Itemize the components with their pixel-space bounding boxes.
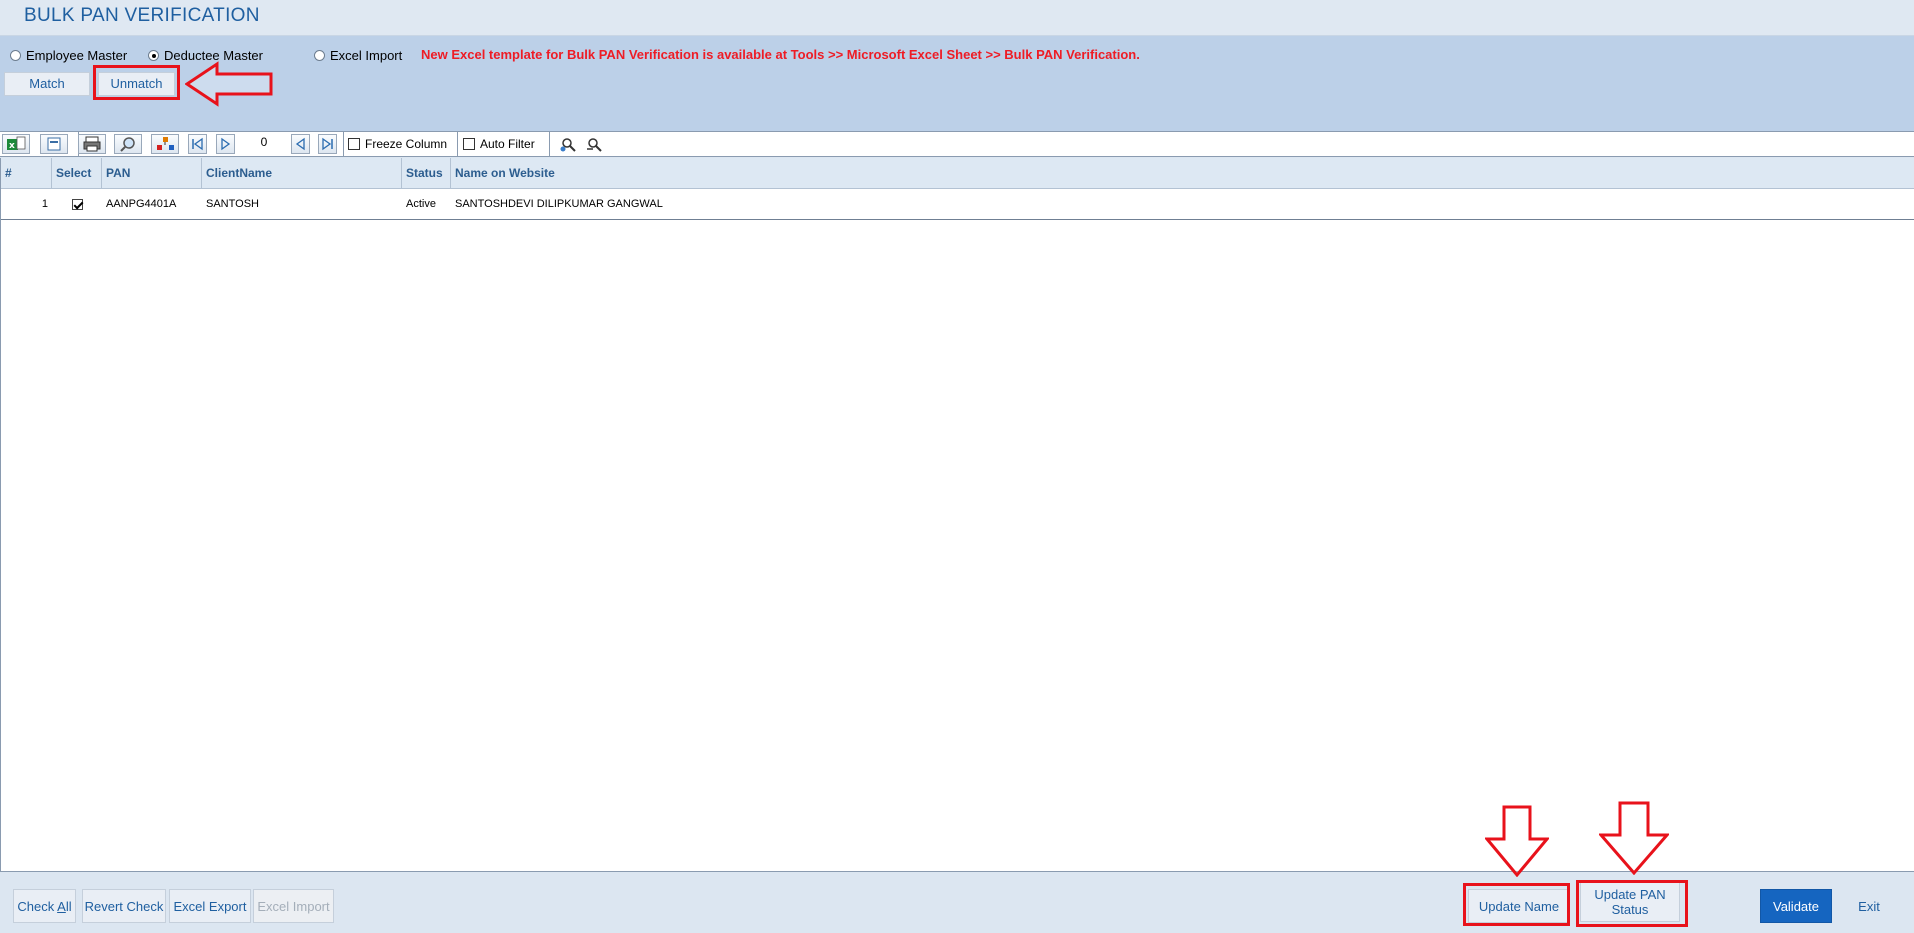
first-page-icon[interactable] xyxy=(188,134,207,154)
title-bar: BULK PAN VERIFICATION xyxy=(0,0,1914,36)
find-icon[interactable] xyxy=(114,134,142,154)
down-arrow-annotation-update-pan-status xyxy=(1599,801,1669,875)
row-name-on-website: SANTOSHDEVI DILIPKUMAR GANGWAL xyxy=(455,198,663,210)
column-header-pan[interactable]: PAN xyxy=(102,158,202,189)
column-header-select[interactable]: Select xyxy=(52,158,102,189)
excel-import-button[interactable]: Excel Import xyxy=(253,889,334,923)
radio-excel-import[interactable]: Excel Import xyxy=(314,48,402,63)
auto-filter-checkbox[interactable]: Auto Filter xyxy=(463,137,535,151)
radio-label: Employee Master xyxy=(26,48,128,63)
page-title: BULK PAN VERIFICATION xyxy=(24,5,260,26)
revert-check-button[interactable]: Revert Check xyxy=(82,889,166,923)
pan-grid: # Select PAN ClientName Status Name on W… xyxy=(0,158,1914,872)
excel-export-button[interactable]: Excel Export xyxy=(169,889,251,923)
filter-icon[interactable] xyxy=(559,135,579,155)
column-header-index[interactable]: # xyxy=(1,158,52,189)
clear-filter-icon[interactable] xyxy=(585,135,605,155)
row-client-name: SANTOSH xyxy=(206,198,259,210)
down-arrow-annotation-update-name xyxy=(1485,805,1549,877)
group-icon[interactable] xyxy=(151,134,179,154)
row-pan: AANPG4401A xyxy=(106,198,177,210)
table-row[interactable]: 1 AANPG4401A SANTOSH Active SANTOSHDEVI … xyxy=(1,189,1914,220)
row-index: 1 xyxy=(41,198,48,210)
last-page-icon[interactable] xyxy=(318,134,337,154)
highlight-box-update-name xyxy=(1463,883,1570,926)
row-select-checkbox[interactable] xyxy=(71,198,83,210)
print-icon[interactable] xyxy=(78,134,106,154)
grid-toolbar: x 0 Freeze Column Auto Filter xyxy=(0,131,1914,157)
radio-employee-master[interactable]: Employee Master xyxy=(10,48,127,63)
radio-indicator xyxy=(10,50,21,61)
column-header-name-on-website[interactable]: Name on Website xyxy=(451,158,1914,189)
checkbox-box xyxy=(463,138,475,150)
radio-label: Excel Import xyxy=(330,48,403,63)
grid-header: # Select PAN ClientName Status Name on W… xyxy=(1,158,1914,189)
export-icon[interactable] xyxy=(40,134,68,154)
next-page-icon[interactable] xyxy=(216,134,235,154)
left-arrow-annotation xyxy=(185,61,273,107)
validate-button[interactable]: Validate xyxy=(1760,889,1832,923)
check-all-button[interactable]: Check All xyxy=(13,889,76,923)
checkbox-label: Auto Filter xyxy=(480,137,535,151)
options-panel: Employee Master Deductee Master Excel Im… xyxy=(0,36,1914,131)
checkbox-label: Freeze Column xyxy=(365,137,448,151)
svg-text:x: x xyxy=(9,141,15,151)
excel-export-icon[interactable]: x xyxy=(2,134,30,154)
footer-bar: Check All Revert Check Excel Export Exce… xyxy=(0,872,1914,933)
highlight-box-update-pan-status xyxy=(1576,880,1688,927)
exit-button[interactable]: Exit xyxy=(1840,889,1898,923)
page-number: 0 xyxy=(260,135,268,149)
column-header-status[interactable]: Status xyxy=(402,158,451,189)
radio-indicator xyxy=(314,50,325,61)
radio-indicator xyxy=(148,50,159,61)
freeze-column-checkbox[interactable]: Freeze Column xyxy=(348,137,447,151)
row-select-cell xyxy=(52,189,102,220)
highlight-box-unmatch xyxy=(93,65,180,100)
check-all-label: Check All xyxy=(17,898,72,914)
column-header-clientname[interactable]: ClientName xyxy=(202,158,402,189)
prev-page-icon[interactable] xyxy=(291,134,310,154)
row-status: Active xyxy=(406,198,436,210)
checkbox-box xyxy=(348,138,360,150)
tab-match[interactable]: Match xyxy=(4,72,90,96)
template-notice: New Excel template for Bulk PAN Verifica… xyxy=(421,47,1140,62)
